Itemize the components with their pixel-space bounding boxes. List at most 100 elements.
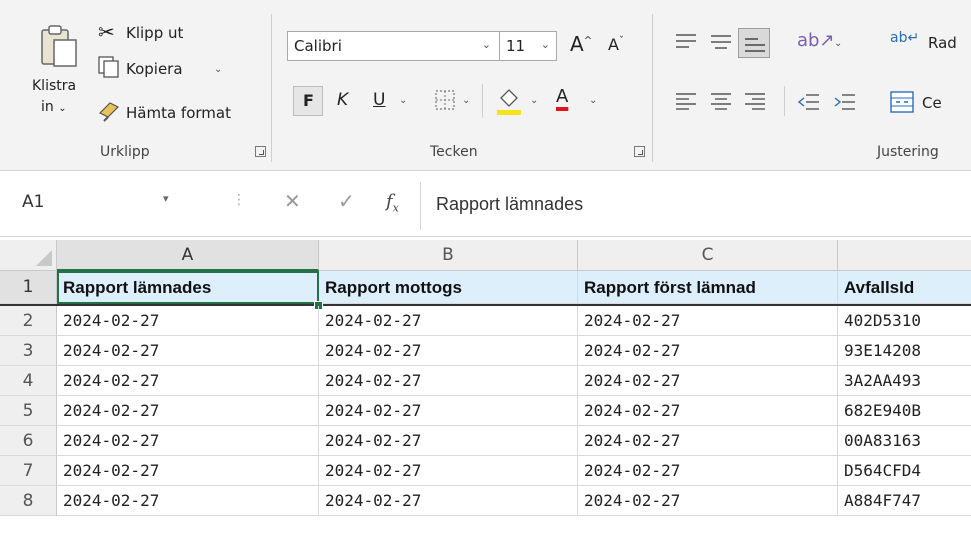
table-cell[interactable]: 93E14208 (838, 336, 971, 366)
scissors-icon[interactable]: ✂ (98, 20, 115, 44)
row-header[interactable]: 4 (0, 366, 57, 396)
column-header-b[interactable]: B (319, 240, 578, 271)
table-cell[interactable]: 2024-02-27 (578, 306, 838, 336)
align-middle-icon[interactable] (710, 33, 732, 51)
cancel-entry-icon[interactable]: ✕ (284, 189, 301, 213)
table-cell[interactable]: 2024-02-27 (57, 396, 319, 426)
row-header[interactable]: 7 (0, 456, 57, 486)
font-size-value: 11 (506, 37, 526, 55)
chevron-down-icon: ⌄ (540, 38, 550, 51)
borders-icon[interactable] (434, 89, 456, 111)
chevron-down-icon[interactable]: ⌄ (589, 95, 597, 106)
decrease-font-size-button[interactable]: Aˇ (608, 35, 624, 54)
table-cell[interactable]: 402D5310 (838, 306, 971, 336)
fill-color-icon[interactable] (496, 86, 522, 116)
column-header-d[interactable] (838, 240, 971, 271)
bold-glyph: F (303, 91, 314, 110)
paste-button-label[interactable]: Klistra (32, 78, 76, 94)
table-cell[interactable]: 2024-02-27 (319, 486, 578, 516)
header-cell[interactable]: Rapport mottogs (319, 271, 578, 304)
paste-icon[interactable] (36, 22, 80, 70)
formula-input[interactable]: Rapport lämnades (420, 182, 971, 230)
wrap-text-icon[interactable]: ab↵ (890, 30, 919, 46)
table-cell[interactable]: 2024-02-27 (319, 336, 578, 366)
align-right-icon[interactable] (744, 92, 766, 112)
select-all-corner[interactable] (0, 240, 57, 271)
header-cell[interactable]: Rapport lämnades (57, 271, 319, 304)
table-cell[interactable]: 2024-02-27 (57, 456, 319, 486)
merge-center-icon[interactable] (890, 91, 914, 113)
chevron-down-icon[interactable]: ⌄ (399, 95, 407, 106)
table-cell[interactable]: 2024-02-27 (57, 486, 319, 516)
font-color-icon[interactable]: A (556, 86, 568, 107)
chevron-down-icon[interactable]: ⌄ (834, 38, 842, 49)
header-cell[interactable]: Rapport först lämnad (578, 271, 838, 304)
format-painter-icon[interactable] (98, 101, 122, 123)
align-left-icon[interactable] (675, 92, 697, 112)
table-cell[interactable]: 2024-02-27 (319, 456, 578, 486)
cut-button[interactable]: Klipp ut (126, 24, 183, 42)
format-painter-button[interactable]: Hämta format (126, 104, 231, 122)
row-header[interactable]: 8 (0, 486, 57, 516)
copy-button[interactable]: Kopiera (126, 60, 183, 78)
align-center-icon[interactable] (710, 92, 732, 112)
paste-dropdown[interactable]: in ⌄ (41, 99, 67, 115)
table-cell[interactable]: 2024-02-27 (57, 366, 319, 396)
font-name-select[interactable]: Calibri ⌄ (287, 31, 500, 61)
row-header[interactable]: 5 (0, 396, 57, 426)
table-cell[interactable]: 2024-02-27 (578, 336, 838, 366)
row-header[interactable]: 1 (0, 271, 57, 304)
increase-font-size-button[interactable]: A^ (570, 32, 592, 56)
ribbon-separator (652, 14, 653, 162)
chevron-down-icon[interactable]: ⌄ (462, 95, 470, 106)
merge-center-button[interactable]: Ce (922, 94, 942, 112)
table-cell[interactable]: 2024-02-27 (578, 456, 838, 486)
row-header[interactable]: 3 (0, 336, 57, 366)
table-cell[interactable]: 2024-02-27 (319, 366, 578, 396)
row-header[interactable]: 6 (0, 426, 57, 456)
underline-button[interactable]: U (373, 90, 385, 110)
column-header-row: A B C (0, 240, 971, 271)
chevron-down-icon[interactable]: ⌄ (214, 64, 222, 75)
alignment-group-label: Justering (877, 144, 939, 160)
confirm-entry-icon[interactable]: ✓ (338, 189, 355, 213)
italic-button[interactable]: K (337, 90, 348, 110)
table-cell[interactable]: D564CFD4 (838, 456, 971, 486)
table-cell[interactable]: A884F747 (838, 486, 971, 516)
align-top-icon[interactable] (675, 33, 697, 51)
column-header-c[interactable]: C (578, 240, 838, 271)
font-launcher-icon[interactable] (634, 146, 645, 157)
insert-function-icon[interactable]: fx (386, 191, 399, 215)
table-cell[interactable]: 2024-02-27 (319, 396, 578, 426)
chevron-down-icon[interactable]: ⌄ (530, 95, 538, 106)
table-cell[interactable]: 2024-02-27 (319, 426, 578, 456)
orientation-icon[interactable]: ab↗ (797, 30, 835, 51)
table-cell[interactable]: 2024-02-27 (57, 306, 319, 336)
table-cell[interactable]: 2024-02-27 (578, 396, 838, 426)
table-cell[interactable]: 00A83163 (838, 426, 971, 456)
wrap-text-button[interactable]: Rad (928, 34, 957, 52)
row-header[interactable]: 2 (0, 306, 57, 336)
chevron-down-icon[interactable]: ▾ (163, 192, 169, 205)
font-size-select[interactable]: 11 ⌄ (499, 31, 557, 61)
table-cell[interactable]: 2024-02-27 (578, 426, 838, 456)
header-cell[interactable]: AvfallsId (838, 271, 971, 304)
align-bottom-button[interactable] (738, 28, 770, 58)
chevron-down-icon: ⌄ (481, 38, 491, 51)
clipboard-launcher-icon[interactable] (255, 146, 266, 157)
table-cell[interactable]: 682E940B (838, 396, 971, 426)
column-header-a[interactable]: A (57, 240, 319, 271)
decrease-indent-icon[interactable] (798, 92, 820, 112)
table-row: 2 2024-02-27 2024-02-27 2024-02-27 402D5… (0, 306, 971, 336)
table-cell[interactable]: 2024-02-27 (578, 366, 838, 396)
table-cell[interactable]: 2024-02-27 (578, 486, 838, 516)
table-cell[interactable]: 2024-02-27 (57, 336, 319, 366)
table-cell[interactable]: 2024-02-27 (319, 306, 578, 336)
bold-button[interactable]: F (293, 86, 323, 116)
copy-icon[interactable] (97, 55, 121, 79)
name-box[interactable]: A1 (22, 192, 214, 222)
increase-indent-icon[interactable] (834, 92, 856, 112)
table-row: 3 2024-02-27 2024-02-27 2024-02-27 93E14… (0, 336, 971, 366)
table-cell[interactable]: 2024-02-27 (57, 426, 319, 456)
table-cell[interactable]: 3A2AA493 (838, 366, 971, 396)
